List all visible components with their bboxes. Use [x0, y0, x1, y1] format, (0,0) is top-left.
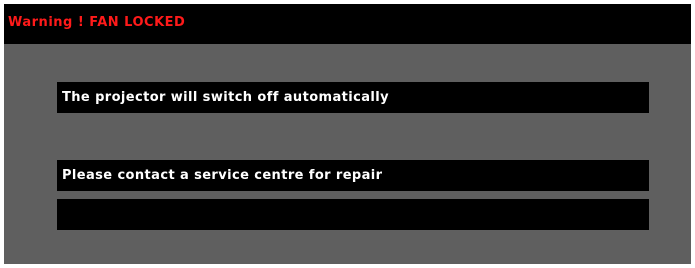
fan-locked-warning-dialog: Warning ! FAN LOCKED The projector will … [4, 4, 691, 264]
auto-switch-off-message: The projector will switch off automatica… [62, 90, 389, 105]
message-line-2: Please contact a service centre for repa… [57, 160, 649, 191]
dialog-title: Warning ! FAN LOCKED [8, 15, 186, 30]
dialog-title-bar: Warning ! FAN LOCKED [4, 4, 691, 44]
message-line-1: The projector will switch off automatica… [57, 82, 649, 113]
contact-service-message: Please contact a service centre for repa… [62, 168, 383, 183]
message-line-3 [57, 199, 649, 230]
